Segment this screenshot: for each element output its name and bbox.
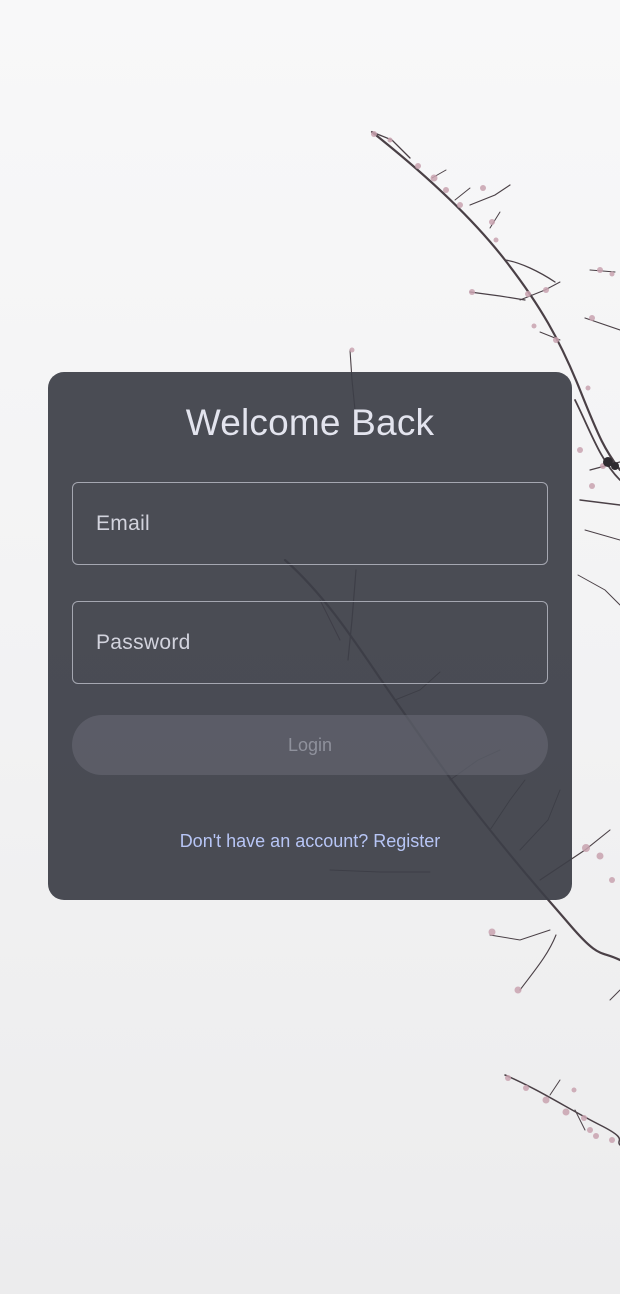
password-field[interactable] xyxy=(72,601,548,684)
login-button[interactable]: Login xyxy=(72,715,548,775)
page-title: Welcome Back xyxy=(185,402,435,443)
register-link[interactable]: Don't have an account? Register xyxy=(48,830,572,852)
email-field[interactable] xyxy=(72,482,548,565)
password-input[interactable] xyxy=(73,602,547,683)
login-card: Welcome Back Login Don't have an account… xyxy=(48,372,572,900)
email-input[interactable] xyxy=(73,483,547,564)
